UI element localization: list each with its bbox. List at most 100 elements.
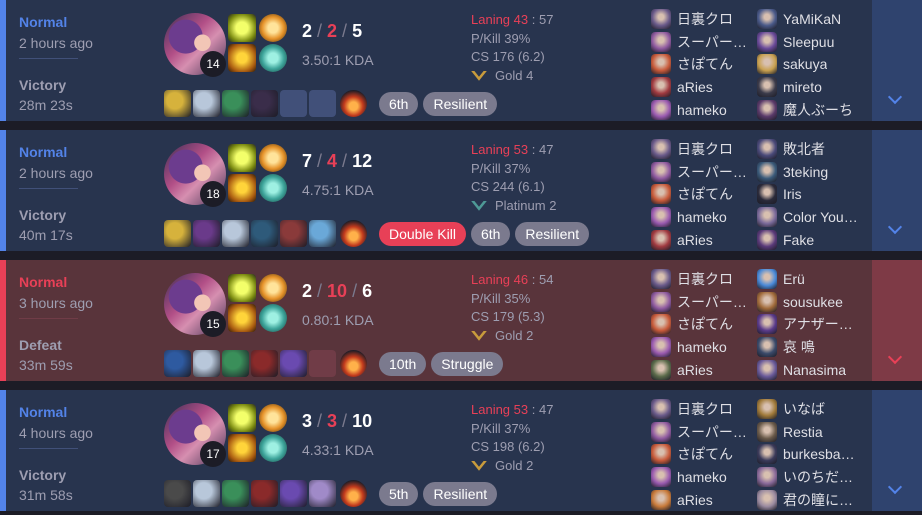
team-player[interactable]: さぽてん — [651, 313, 747, 336]
team-player[interactable]: aRies — [651, 358, 747, 381]
player-name[interactable]: 日裏クロ — [677, 139, 733, 159]
item-icon[interactable] — [251, 480, 278, 507]
player-name[interactable]: スーパー… — [677, 292, 747, 312]
player-name[interactable]: Iris — [783, 186, 802, 202]
match-card[interactable]: Normal 4 hours ago Victory 31m 58s 17 3 / 3 /… — [0, 390, 922, 511]
player-name[interactable]: スーパー… — [677, 162, 747, 182]
team-player[interactable]: 日裏クロ — [651, 8, 747, 31]
match-card[interactable]: Normal 2 hours ago Victory 40m 17s 18 7 / 4 /… — [0, 130, 922, 251]
summoner-spell-2-icon[interactable] — [228, 434, 256, 462]
item-icon[interactable] — [164, 90, 191, 117]
item-icon[interactable] — [164, 480, 191, 507]
player-name[interactable]: aRies — [677, 79, 713, 95]
team-player[interactable]: 日裏クロ — [651, 138, 747, 161]
player-name[interactable]: Restia — [783, 424, 823, 440]
keystone-rune-icon[interactable] — [259, 14, 287, 42]
item-icon[interactable] — [222, 480, 249, 507]
match-card[interactable]: Normal 3 hours ago Defeat 33m 59s 15 2 / 10 /… — [0, 260, 922, 381]
player-name[interactable]: hameko — [677, 469, 727, 485]
team-player[interactable]: 3teking — [757, 161, 858, 184]
trinket-icon[interactable] — [340, 350, 367, 377]
player-name[interactable]: sakuya — [783, 56, 827, 72]
item-icon[interactable] — [193, 350, 220, 377]
keystone-rune-icon[interactable] — [259, 144, 287, 172]
team-player[interactable]: sakuya — [757, 53, 853, 76]
player-name[interactable]: 日裏クロ — [677, 9, 733, 29]
summoner-spell-1-icon[interactable] — [228, 14, 256, 42]
team-player[interactable]: hameko — [651, 206, 747, 229]
player-name[interactable]: Fake — [783, 232, 814, 248]
team-player[interactable]: 哀 鳴 — [757, 336, 853, 359]
team-player[interactable]: Iris — [757, 183, 858, 206]
player-name[interactable]: aRies — [677, 492, 713, 508]
team-player[interactable]: さぽてん — [651, 443, 747, 466]
player-name[interactable]: mireto — [783, 79, 822, 95]
player-name[interactable]: Nanasima — [783, 362, 846, 378]
team-player[interactable]: アナザー… — [757, 313, 853, 336]
item-icon[interactable] — [280, 220, 307, 247]
team-player[interactable]: sousukee — [757, 291, 853, 314]
team-player[interactable]: burkesba… — [757, 443, 855, 466]
trinket-icon[interactable] — [340, 90, 367, 117]
secondary-rune-icon[interactable] — [259, 174, 287, 202]
team-player[interactable]: aRies — [651, 76, 747, 99]
team-player[interactable]: Sleepuu — [757, 31, 853, 54]
team-player[interactable]: いのちだ… — [757, 466, 855, 489]
player-name[interactable]: 君の瞳に… — [783, 490, 853, 510]
player-name[interactable]: 3teking — [783, 164, 828, 180]
item-icon[interactable] — [222, 90, 249, 117]
player-name[interactable]: Color You… — [783, 209, 858, 225]
team-player[interactable]: スーパー… — [651, 291, 747, 314]
team-player[interactable]: Nanasima — [757, 358, 853, 381]
team-player[interactable]: mireto — [757, 76, 853, 99]
team-player[interactable]: さぽてん — [651, 53, 747, 76]
team-player[interactable]: 魔人ぶーち — [757, 98, 853, 121]
player-name[interactable]: aRies — [677, 362, 713, 378]
summoner-spell-2-icon[interactable] — [228, 174, 256, 202]
player-name[interactable]: いのちだ… — [783, 467, 853, 487]
player-name[interactable]: 魔人ぶーち — [783, 100, 853, 120]
team-player[interactable]: 日裏クロ — [651, 268, 747, 291]
item-icon[interactable] — [280, 480, 307, 507]
summoner-spell-1-icon[interactable] — [228, 404, 256, 432]
player-name[interactable]: さぽてん — [677, 184, 733, 204]
player-name[interactable]: burkesba… — [783, 446, 855, 462]
summoner-spell-2-icon[interactable] — [228, 304, 256, 332]
player-name[interactable]: 日裏クロ — [677, 269, 733, 289]
team-player[interactable]: Restia — [757, 421, 855, 444]
item-icon[interactable] — [309, 480, 336, 507]
team-player[interactable]: スーパー… — [651, 161, 747, 184]
trinket-icon[interactable] — [340, 220, 367, 247]
player-name[interactable]: 日裏クロ — [677, 399, 733, 419]
team-player[interactable]: いなば — [757, 398, 855, 421]
player-name[interactable]: hameko — [677, 339, 727, 355]
team-player[interactable]: 君の瞳に… — [757, 488, 855, 511]
player-name[interactable]: スーパー… — [677, 422, 747, 442]
team-player[interactable]: Color You… — [757, 206, 858, 229]
player-name[interactable]: Sleepuu — [783, 34, 834, 50]
keystone-rune-icon[interactable] — [259, 404, 287, 432]
team-player[interactable]: さぽてん — [651, 183, 747, 206]
secondary-rune-icon[interactable] — [259, 304, 287, 332]
item-icon[interactable] — [251, 220, 278, 247]
player-name[interactable]: さぽてん — [677, 444, 733, 464]
item-icon[interactable] — [280, 350, 307, 377]
secondary-rune-icon[interactable] — [259, 434, 287, 462]
team-player[interactable]: スーパー… — [651, 421, 747, 444]
item-icon[interactable] — [222, 220, 249, 247]
match-card[interactable]: Normal 2 hours ago Victory 28m 23s 14 2 / 2 /… — [0, 0, 922, 121]
team-player[interactable]: 敗北者 — [757, 138, 858, 161]
team-player[interactable]: hameko — [651, 466, 747, 489]
trinket-icon[interactable] — [340, 480, 367, 507]
item-icon[interactable] — [193, 220, 220, 247]
item-icon[interactable] — [164, 350, 191, 377]
team-player[interactable]: Erü — [757, 268, 853, 291]
item-icon[interactable] — [222, 350, 249, 377]
team-player[interactable]: hameko — [651, 98, 747, 121]
team-player[interactable]: aRies — [651, 488, 747, 511]
player-name[interactable]: 敗北者 — [783, 139, 825, 159]
secondary-rune-icon[interactable] — [259, 44, 287, 72]
team-player[interactable]: スーパー… — [651, 31, 747, 54]
player-name[interactable]: Erü — [783, 271, 805, 287]
expand-details-button[interactable] — [872, 260, 922, 381]
